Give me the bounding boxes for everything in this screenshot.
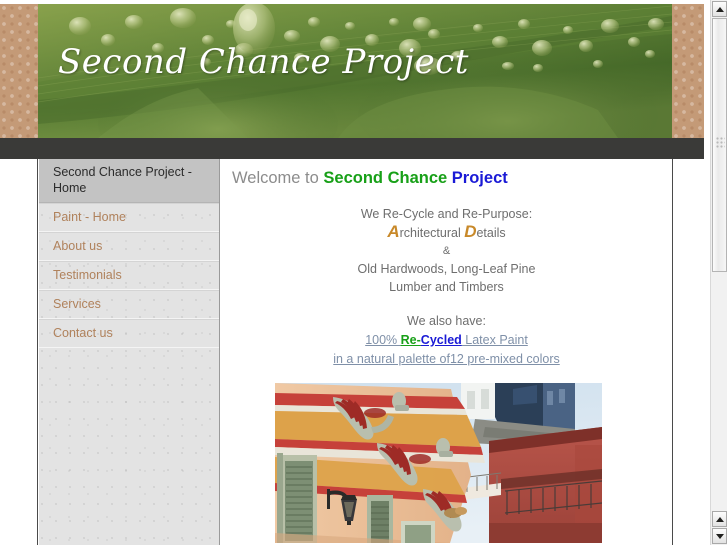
sidebar-item-services[interactable]: Services <box>39 290 219 319</box>
intro-line-2: Architectural Details <box>221 223 672 242</box>
sidebar-item-paint-home[interactable]: Paint - Home <box>39 203 219 232</box>
link-cycled-text: Cycled <box>420 333 462 347</box>
browser-viewport: Second Chance Project Second Chance Proj… <box>0 0 727 545</box>
scroll-up-button-bottom[interactable] <box>712 511 727 527</box>
page-title-green: Second Chance <box>323 169 448 187</box>
sidebar-navigation: Second Chance Project - Home Paint - Hom… <box>39 159 220 545</box>
page-title: Welcome to Second Chance Project <box>232 169 672 188</box>
scrollbar-grip-icon <box>716 137 725 149</box>
link-percent-text: 100% <box>365 333 401 347</box>
page-title-prefix: Welcome to <box>232 169 324 187</box>
intro-cap-a: A <box>387 222 400 241</box>
sidebar-item-testimonials[interactable]: Testimonials <box>39 261 219 290</box>
scrollbar-thumb[interactable] <box>712 18 727 272</box>
intro-word-details: etails <box>476 226 506 240</box>
recycled-latex-paint-link[interactable]: 100% Re-Cycled Latex Paint <box>365 333 528 347</box>
scroll-up-arrow-icon-bottom <box>715 516 724 522</box>
palette-colors-link[interactable]: in a natural palette of12 pre-mixed colo… <box>333 352 560 366</box>
intro-ampersand: & <box>442 245 451 257</box>
also-have-heading: We also have: <box>407 314 486 328</box>
scroll-up-arrow-icon <box>715 6 724 12</box>
intro-line-4: Old Hardwoods, Long-Leaf Pine <box>357 262 536 276</box>
intro-text-block: We Re-Cycle and Re-Purpose: Architectura… <box>221 205 672 296</box>
sidebar-item-contact-us[interactable]: Contact us <box>39 319 219 348</box>
header-separator-bar <box>0 138 704 159</box>
facade-photo-image <box>275 383 602 543</box>
link-latex-paint-text: Latex Paint <box>461 333 528 347</box>
facade-photo <box>275 383 602 543</box>
site-banner: Second Chance Project <box>38 4 672 138</box>
intro-cap-d: D <box>464 222 477 241</box>
palette-link-line: in a natural palette of12 pre-mixed colo… <box>221 350 672 369</box>
intro-word-architectural: rchitectural <box>399 226 465 240</box>
intro-line-5: Lumber and Timbers <box>389 280 504 294</box>
sidebar-item-about-us[interactable]: About us <box>39 232 219 261</box>
paint-link-line: 100% Re-Cycled Latex Paint <box>221 331 672 350</box>
scroll-down-button[interactable] <box>712 528 727 544</box>
page-title-blue: Project <box>451 169 508 187</box>
main-content: Welcome to Second Chance Project We Re-C… <box>221 159 672 545</box>
link-re-text: Re- <box>400 333 421 347</box>
site-title: Second Chance Project <box>58 42 469 82</box>
also-have-block: We also have: 100% Re-Cycled Latex Paint… <box>221 312 672 369</box>
scroll-down-arrow-icon <box>715 533 724 539</box>
intro-line-1: We Re-Cycle and Re-Purpose: <box>360 207 533 221</box>
scroll-up-button[interactable] <box>712 1 727 17</box>
vertical-scrollbar[interactable] <box>710 0 727 545</box>
sidebar-item-home[interactable]: Second Chance Project - Home <box>39 159 219 203</box>
